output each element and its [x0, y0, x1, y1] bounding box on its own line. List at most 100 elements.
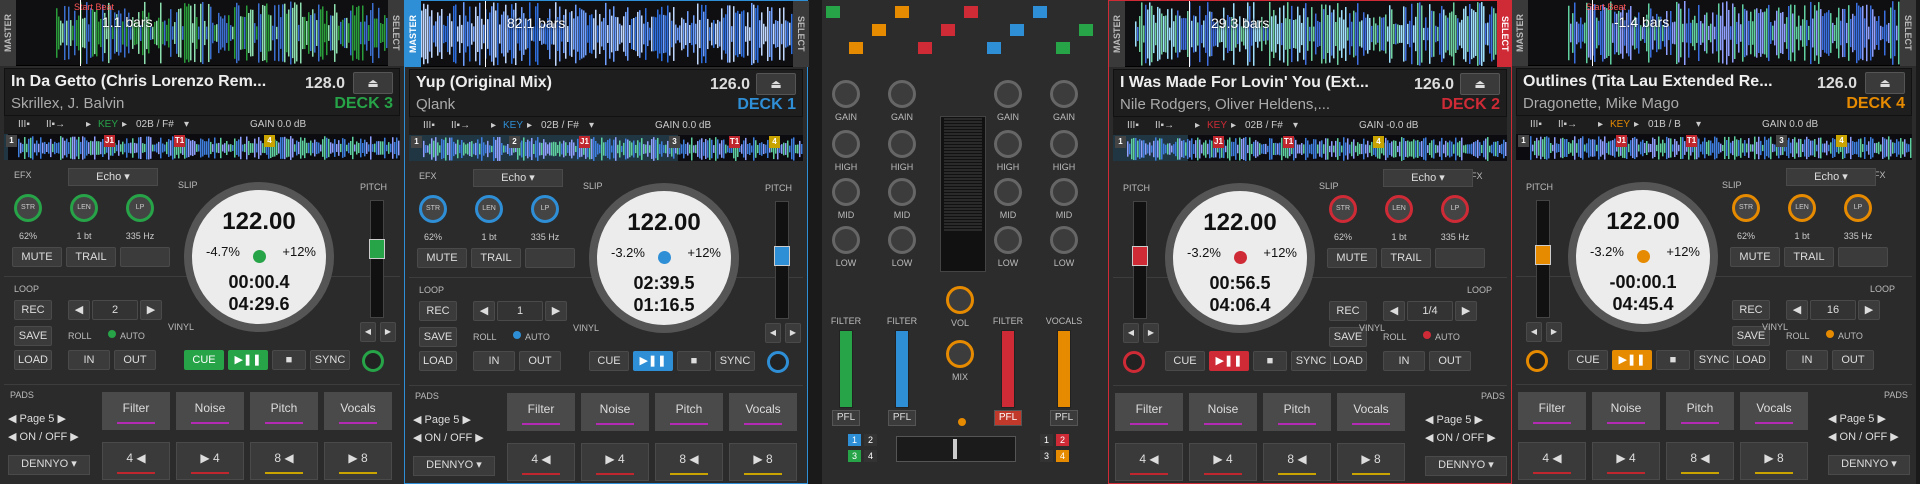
effect-select[interactable]: Echo ▾: [1786, 168, 1876, 186]
grid-icon[interactable]: III▪: [18, 119, 30, 130]
pad-bottom-2[interactable]: ▶ 4: [1189, 443, 1257, 481]
beatjump-icon[interactable]: II▪→: [451, 120, 470, 131]
lp-knob[interactable]: LP: [1844, 194, 1872, 222]
volume-fader[interactable]: [895, 330, 909, 408]
pad-bottom-1[interactable]: 4 ◀: [1518, 442, 1586, 480]
select-label[interactable]: SELECT: [793, 1, 809, 67]
pad-1[interactable]: Filter: [1115, 393, 1183, 431]
pad-4[interactable]: Vocals: [729, 393, 797, 431]
pitch-up-button[interactable]: ▶: [1546, 322, 1562, 342]
jog-wheel[interactable]: 122.00 -3.2% +12% 02:39.5 01:16.5: [589, 183, 739, 333]
str-knob[interactable]: STR: [1732, 194, 1760, 222]
pad-bottom-3[interactable]: 8 ◀: [250, 442, 318, 480]
pfl-button[interactable]: PFL: [888, 410, 916, 426]
fx-slot-button[interactable]: [1435, 248, 1485, 268]
auto-indicator[interactable]: [1826, 330, 1834, 338]
auto-indicator[interactable]: [1423, 331, 1431, 339]
cue-button[interactable]: CUE: [589, 351, 629, 371]
track-overview[interactable]: 1 J1 T1 3 4: [1516, 134, 1912, 160]
pad-bottom-3[interactable]: 8 ◀: [655, 443, 723, 481]
lp-knob[interactable]: LP: [126, 194, 154, 222]
low-knob[interactable]: [888, 226, 916, 254]
load-button[interactable]: LOAD: [1732, 350, 1770, 370]
pitch-fader[interactable]: [774, 201, 790, 319]
pad-onoff[interactable]: ◀ ON / OFF ▶: [1425, 431, 1496, 444]
grid-icon[interactable]: III▪: [1530, 119, 1542, 130]
cue-button[interactable]: CUE: [1165, 351, 1205, 371]
grid-icon[interactable]: III▪: [1127, 120, 1139, 131]
cue-marker[interactable]: J1: [1213, 136, 1224, 148]
eject-button[interactable]: ⏏: [353, 72, 393, 94]
cue-marker[interactable]: 3: [1776, 135, 1787, 147]
sampler-cell[interactable]: [987, 42, 1001, 54]
deck-assign-right[interactable]: 2: [1056, 434, 1069, 446]
cue-marker[interactable]: 4: [1836, 135, 1847, 147]
loop-double-button[interactable]: ▶: [1455, 301, 1477, 321]
pad-bottom-4[interactable]: ▶ 8: [1337, 443, 1405, 481]
page-selector[interactable]: ◀ Page 5 ▶: [1828, 412, 1886, 425]
auto-indicator[interactable]: [513, 331, 521, 339]
rec-button[interactable]: REC: [1732, 300, 1770, 320]
eject-button[interactable]: ⏏: [1460, 73, 1500, 95]
mute-button[interactable]: MUTE: [12, 247, 62, 267]
pitch-down-button[interactable]: ◀: [765, 323, 781, 343]
auto-indicator[interactable]: [108, 330, 116, 338]
key-value[interactable]: 02B / F#: [136, 119, 174, 130]
cue-marker[interactable]: 1: [1115, 136, 1126, 148]
rec-button[interactable]: REC: [419, 301, 457, 321]
save-button[interactable]: SAVE: [419, 327, 457, 347]
load-button[interactable]: LOAD: [419, 351, 457, 371]
low-knob[interactable]: [832, 226, 860, 254]
cue-marker[interactable]: T1: [729, 136, 740, 148]
cue-marker[interactable]: 3: [669, 136, 680, 148]
eject-button[interactable]: ⏏: [756, 73, 796, 95]
high-knob[interactable]: [888, 130, 916, 158]
waveform-display[interactable]: MASTER 82.1 bars SELECT: [405, 1, 809, 67]
pad-1[interactable]: Filter: [102, 392, 170, 430]
mix-knob[interactable]: [946, 340, 974, 368]
deck-assign-left[interactable]: 1: [848, 434, 861, 446]
sampler-cell[interactable]: [964, 6, 978, 18]
loop-halve-button[interactable]: ◀: [1786, 300, 1808, 320]
effect-select[interactable]: Echo ▾: [1383, 169, 1473, 187]
rec-button[interactable]: REC: [1329, 301, 1367, 321]
mid-knob[interactable]: [994, 178, 1022, 206]
pad-bottom-2[interactable]: ▶ 4: [1592, 442, 1660, 480]
sampler-cell[interactable]: [895, 6, 909, 18]
high-knob[interactable]: [832, 130, 860, 158]
pad-2[interactable]: Noise: [176, 392, 244, 430]
gain-knob[interactable]: [994, 80, 1022, 108]
str-knob[interactable]: STR: [1329, 195, 1357, 223]
loop-halve-button[interactable]: ◀: [473, 301, 495, 321]
page-selector[interactable]: ◀ Page 5 ▶: [1425, 413, 1483, 426]
stop-button[interactable]: ■: [677, 351, 711, 371]
pad-bottom-3[interactable]: 8 ◀: [1666, 442, 1734, 480]
cue-marker[interactable]: 4: [769, 136, 780, 148]
deck-assign-left[interactable]: 2: [864, 434, 877, 446]
deck-assign-right[interactable]: 3: [1040, 450, 1053, 462]
jog-wheel[interactable]: 122.00 -4.7% +12% 00:00.4 04:29.6: [184, 182, 334, 332]
loop-double-button[interactable]: ▶: [140, 300, 162, 320]
play-pause-button[interactable]: ▶❚❚: [633, 351, 673, 371]
loop-halve-button[interactable]: ◀: [1383, 301, 1405, 321]
loop-in-button[interactable]: IN: [1786, 350, 1828, 370]
mute-button[interactable]: MUTE: [1730, 247, 1780, 267]
track-overview[interactable]: 1 2 J1 3 T1 4: [409, 135, 803, 161]
sampler-cell[interactable]: [849, 42, 863, 54]
sync-mode-icon[interactable]: [1123, 351, 1145, 373]
pad-bottom-4[interactable]: ▶ 8: [324, 442, 392, 480]
pad-4[interactable]: Vocals: [1337, 393, 1405, 431]
pad-bottom-2[interactable]: ▶ 4: [176, 442, 244, 480]
sync-button[interactable]: SYNC: [715, 351, 755, 371]
crossfader[interactable]: [896, 436, 1016, 462]
sampler-cell[interactable]: [1056, 42, 1070, 54]
pad-bottom-1[interactable]: 4 ◀: [1115, 443, 1183, 481]
pad-4[interactable]: Vocals: [1740, 392, 1808, 430]
pitch-fader[interactable]: [1132, 201, 1148, 319]
low-knob[interactable]: [1050, 226, 1078, 254]
mid-knob[interactable]: [832, 178, 860, 206]
pitch-up-button[interactable]: ▶: [380, 322, 396, 342]
sampler-cell[interactable]: [1079, 24, 1093, 36]
loop-halve-button[interactable]: ◀: [68, 300, 90, 320]
crossfader-cap[interactable]: [953, 439, 957, 459]
